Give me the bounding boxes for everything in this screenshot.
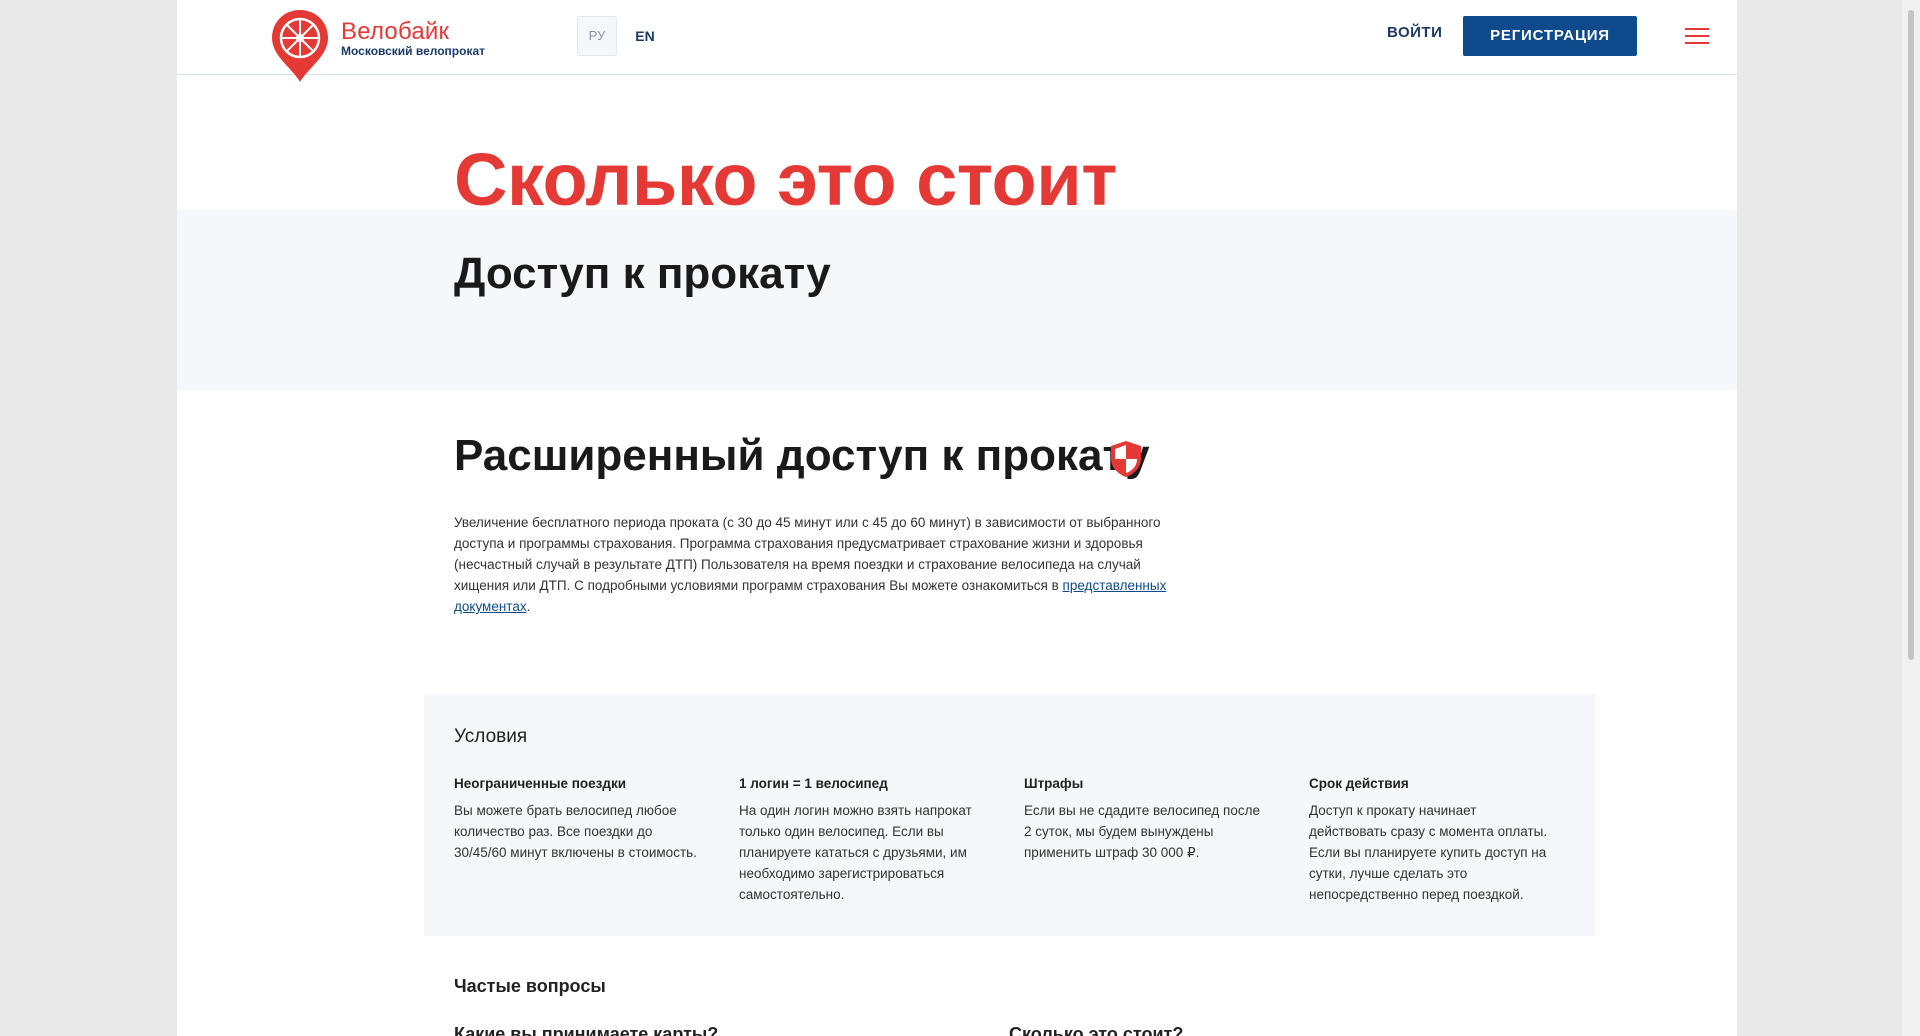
scrollbar-thumb[interactable] <box>1908 10 1914 660</box>
velobike-logo-icon[interactable] <box>270 8 330 84</box>
brand-name[interactable]: Велобайк <box>341 18 449 46</box>
condition-item: Срок действия Доступ к прокату начинает … <box>1309 776 1554 905</box>
conditions-title: Условия <box>454 726 528 747</box>
page: Велобайк Московский велопрокат РУ EN ВОЙ… <box>177 0 1737 1036</box>
condition-text: На один логин можно взять напрокат тольк… <box>739 803 972 902</box>
login-link[interactable]: ВОЙТИ <box>1387 24 1442 41</box>
site-header: Велобайк Московский велопрокат РУ EN ВОЙ… <box>177 0 1737 82</box>
scrollbar[interactable] <box>1902 0 1920 1036</box>
lang-en-button[interactable]: EN <box>625 16 665 56</box>
condition-heading: 1 логин = 1 велосипед <box>739 776 888 791</box>
condition-text: Если вы не сдадите велосипед после 2 сут… <box>1024 803 1260 860</box>
section-subtitle: Доступ к прокату <box>454 249 831 298</box>
condition-item: Неограниченные поездки Вы можете брать в… <box>454 776 699 863</box>
faq-question[interactable]: Какие вы принимаете карты? <box>454 1024 718 1036</box>
conditions-panel: Условия Неограниченные поездки Вы можете… <box>424 694 1596 936</box>
menu-icon[interactable] <box>1685 28 1709 44</box>
register-button[interactable]: РЕГИСТРАЦИЯ <box>1463 16 1637 56</box>
faq-question[interactable]: Сколько это стоит? <box>1009 1024 1183 1036</box>
hero-band <box>177 210 1737 390</box>
condition-heading: Штрафы <box>1024 776 1084 791</box>
brand-subtitle: Московский велопрокат <box>341 44 486 58</box>
condition-item: 1 логин = 1 велосипед На один логин можн… <box>739 776 984 905</box>
extended-access-description: Увеличение бесплатного периода проката (… <box>454 515 1167 614</box>
page-title: Сколько это стоит <box>454 138 1117 221</box>
condition-item: Штрафы Если вы не сдадите велосипед посл… <box>1024 776 1269 863</box>
faq-title: Частые вопросы <box>454 976 606 996</box>
shield-icon <box>1111 441 1141 477</box>
condition-heading: Неограниченные поездки <box>454 776 627 791</box>
condition-text: Вы можете брать велосипед любое количест… <box>454 803 697 860</box>
condition-heading: Срок действия <box>1309 776 1409 791</box>
extended-access-title: Расширенный доступ к прокату <box>454 431 1150 480</box>
condition-text: Доступ к прокату начинает действовать ср… <box>1309 803 1548 902</box>
lang-ru-button[interactable]: РУ <box>577 16 617 56</box>
